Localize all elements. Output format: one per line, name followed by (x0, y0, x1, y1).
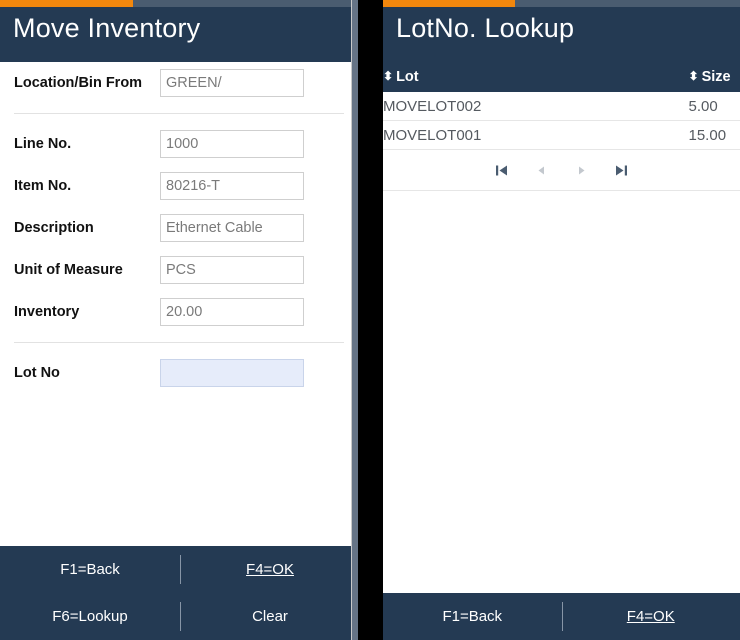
back-button[interactable]: F1=Back (0, 561, 180, 578)
right-titlebar: LotNo. Lookup (383, 7, 740, 62)
column-header-size[interactable]: ⬍ Size (561, 62, 740, 92)
column-header-lot[interactable]: ⬍ Lot (383, 62, 562, 92)
unit-of-measure-input[interactable] (160, 256, 304, 284)
cell-size[interactable]: 5.00 (561, 92, 740, 121)
lookup-back-button[interactable]: F1=Back (383, 608, 562, 625)
left-footer-bar: F1=Back F4=OK F6=Lookup Clear (0, 546, 360, 640)
inventory-form: Location/Bin From Line No. Item No. Desc… (0, 62, 360, 546)
lookup-table-wrap: ⬍Lot ⬍Size MOVELOT002 5.00 MOVELOT001 (383, 62, 740, 593)
sort-icon[interactable]: ⬍ (383, 69, 393, 83)
column-header-size-label: Size (701, 69, 731, 85)
ok-button[interactable]: F4=OK (180, 561, 360, 578)
lot-no-input[interactable] (160, 359, 304, 387)
line-no-input[interactable] (160, 130, 304, 158)
description-input[interactable] (160, 214, 304, 242)
column-header-size-inner: ⬍ Size (689, 69, 731, 85)
field-inventory[interactable]: Inventory (0, 291, 360, 333)
left-titlebar: Move Inventory (0, 7, 360, 62)
column-header-lot-label: Lot (396, 69, 419, 85)
field-label-lot-no: Lot No (14, 365, 60, 381)
field-item-no[interactable]: Item No. (0, 165, 360, 207)
cell-lot[interactable]: MOVELOT001 (383, 120, 562, 150)
left-progress-bar (0, 0, 360, 7)
lookup-table-body: MOVELOT002 5.00 MOVELOT001 15.00 (383, 92, 740, 150)
right-footer-row: F1=Back F4=OK (383, 593, 740, 640)
page-title: Move Inventory (13, 13, 201, 43)
lookup-table: ⬍Lot ⬍Size MOVELOT002 5.00 MOVELOT001 (383, 62, 740, 150)
lookup-table-head: ⬍ Lot ⬍ Size (383, 62, 740, 92)
form-divider-1 (14, 113, 344, 114)
field-label-description: Description (14, 220, 94, 236)
cell-size-value: 5.00 (688, 97, 718, 115)
field-lot-no[interactable]: Lot No (0, 352, 360, 394)
app-screen: Move Inventory Location/Bin From Line No… (0, 0, 740, 640)
field-unit-of-measure[interactable]: Unit of Measure (0, 249, 360, 291)
table-header-row: ⬍ Lot ⬍ Size (383, 62, 740, 92)
item-no-input[interactable] (160, 172, 304, 200)
location-bin-from-input[interactable] (160, 69, 304, 97)
clear-button[interactable]: Clear (180, 608, 360, 625)
right-footer-bar: F1=Back F4=OK (383, 593, 740, 640)
cell-lot[interactable]: MOVELOT002 (383, 92, 562, 121)
lookup-ok-button[interactable]: F4=OK (562, 608, 740, 625)
left-footer-divider-1 (180, 555, 181, 584)
field-line-no[interactable]: Line No. (0, 123, 360, 165)
table-row[interactable]: MOVELOT002 5.00 (383, 92, 740, 121)
next-page-icon[interactable] (573, 160, 590, 180)
last-page-icon[interactable] (613, 160, 630, 180)
field-description[interactable]: Description (0, 207, 360, 249)
right-progress-bar (383, 0, 740, 7)
field-label-location-bin-from: Location/Bin From (14, 75, 143, 91)
field-label-line-no: Line No. (14, 136, 72, 152)
field-label-inventory: Inventory (14, 304, 80, 320)
right-progress-fill (383, 0, 516, 7)
cell-size-value: 15.00 (688, 126, 727, 144)
cell-size[interactable]: 15.00 (561, 120, 740, 150)
first-page-icon[interactable] (493, 160, 510, 180)
lookup-title: LotNo. Lookup (396, 13, 575, 43)
lookup-button[interactable]: F6=Lookup (0, 608, 180, 625)
table-row[interactable]: MOVELOT001 15.00 (383, 120, 740, 150)
right-footer-divider (561, 602, 563, 631)
left-footer-divider-2 (180, 602, 181, 631)
inventory-input[interactable] (160, 298, 304, 326)
field-location-bin-from[interactable]: Location/Bin From (0, 62, 360, 104)
table-pagination (383, 150, 740, 191)
previous-page-icon[interactable] (533, 160, 550, 180)
left-progress-fill (0, 0, 134, 7)
field-label-unit-of-measure: Unit of Measure (14, 262, 123, 278)
field-label-item-no: Item No. (14, 178, 72, 194)
lotno-lookup-panel: LotNo. Lookup ⬍ Lot ⬍ Size MOVELOT002 5.… (383, 0, 740, 640)
move-inventory-panel: Move Inventory Location/Bin From Line No… (0, 0, 360, 640)
left-footer-row-1: F1=Back F4=OK (0, 546, 360, 593)
sort-icon[interactable]: ⬍ (689, 69, 699, 83)
left-panel-edge (358, 0, 360, 640)
form-divider-2 (14, 342, 344, 343)
